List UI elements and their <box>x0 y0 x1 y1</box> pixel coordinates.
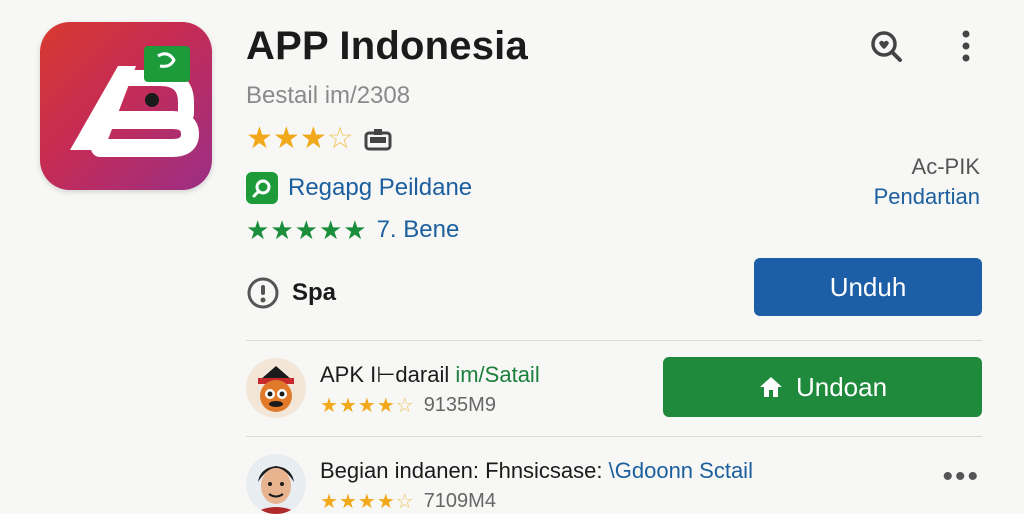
star-icon: ★ <box>294 215 318 245</box>
developer-name[interactable]: Regapg Peildane <box>288 174 472 202</box>
app-title: APP Indonesia <box>246 24 528 68</box>
star-icon: ★ <box>318 215 343 245</box>
info-circle-icon <box>246 276 280 310</box>
divider <box>246 340 982 341</box>
star-icon: ★ <box>343 215 367 245</box>
category-badge-icon <box>364 127 392 151</box>
star-icon: ★ <box>357 490 376 513</box>
app-logo-graphic <box>70 46 200 157</box>
star-icon: ★ <box>246 215 270 245</box>
right-meta: Ac-PIK Pendartian <box>874 154 980 210</box>
list-item-meta: 7109M4 <box>423 490 496 512</box>
home-icon <box>758 375 784 399</box>
list-item-title[interactable]: APK I⊢darail im/Satail <box>320 362 540 388</box>
app-icon <box>40 22 212 190</box>
list-item-meta: 9135M9 <box>423 394 496 416</box>
green-rating-label: 7. Bene <box>376 216 460 243</box>
star-half-icon: ☆ <box>395 490 414 513</box>
star-icon: ★ <box>357 394 376 417</box>
star-icon: ★ <box>338 394 357 417</box>
star-icon: ★ <box>338 490 357 513</box>
download-button[interactable]: Unduh <box>754 258 982 316</box>
star-icon: ★ <box>320 490 338 513</box>
search-heart-icon[interactable] <box>866 26 906 66</box>
star-icon: ★ <box>246 122 273 155</box>
avatar[interactable] <box>246 454 306 514</box>
avatar[interactable] <box>246 358 306 418</box>
rating-stars: ★ ★ ★ ☆ <box>246 124 392 154</box>
meta-line-2[interactable]: Pendartian <box>874 184 980 210</box>
star-icon: ★ <box>376 394 395 417</box>
list-item-title-accent: \Gdoonn Sctail <box>608 458 753 483</box>
star-icon: ★ <box>270 215 294 245</box>
meta-line-1: Ac-PIK <box>911 154 980 179</box>
star-icon: ★ <box>376 490 395 513</box>
star-outline-icon: ☆ <box>326 122 354 155</box>
info-row[interactable]: Spa <box>246 276 336 310</box>
star-icon: ★ <box>299 122 327 155</box>
more-vertical-icon[interactable] <box>946 26 986 66</box>
install-button[interactable]: Undoan <box>663 357 982 417</box>
list-item-title-accent: im/Satail <box>455 362 540 387</box>
star-half-icon: ☆ <box>395 394 414 417</box>
star-icon: ★ <box>320 394 338 417</box>
green-rating-row: ★ ★ ★ ★ ★ 7. Bene <box>246 216 459 244</box>
info-label: Spa <box>292 279 337 306</box>
list-item-title-main: APK I⊢darail <box>320 362 456 387</box>
install-button-label: Undoan <box>795 371 888 402</box>
more-horizontal-icon[interactable]: ••• <box>942 460 980 494</box>
divider <box>246 436 982 437</box>
list-item-title[interactable]: Begian indanen: Fhnsicsase: \Gdoonn Scta… <box>320 458 753 484</box>
star-icon: ★ <box>272 122 300 155</box>
list-item-title-main: Begian indanen: Fhnsicsase: <box>320 458 609 483</box>
search-badge-icon <box>246 172 278 204</box>
list-item-rating: ★ ★ ★ ★ ☆ 9135M9 <box>320 394 496 417</box>
developer-row[interactable]: Regapg Peildane <box>246 172 472 204</box>
list-item-rating: ★ ★ ★ ★ ☆ 7109M4 <box>320 490 496 513</box>
app-subtitle: Bestail im/2308 <box>246 82 411 109</box>
